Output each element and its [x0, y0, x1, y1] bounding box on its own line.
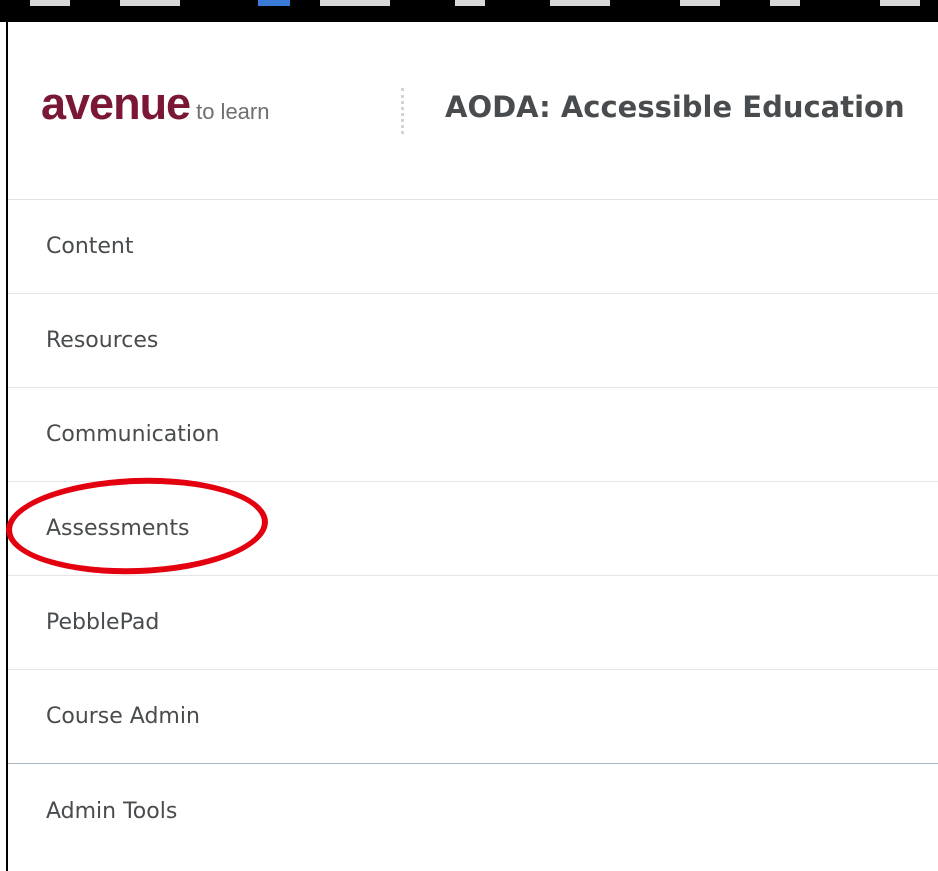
nav-item-content[interactable]: Content [8, 200, 938, 294]
logo-wordmark: avenue [41, 78, 191, 129]
chrome-fragment [880, 0, 920, 6]
lms-page: avenue to learn AODA: Accessible Educatio… [8, 22, 938, 871]
chrome-fragment [455, 0, 485, 6]
nav-item-pebblepad[interactable]: PebblePad [8, 576, 938, 670]
avenue-logo[interactable]: avenue to learn [41, 78, 269, 130]
logo-tagline: to learn [196, 99, 270, 124]
course-title[interactable]: AODA: Accessible Education [445, 90, 905, 124]
browser-chrome-strip [0, 0, 938, 22]
nav-item-course-admin[interactable]: Course Admin [8, 670, 938, 764]
chrome-fragment [550, 0, 610, 6]
header-divider [401, 88, 404, 134]
chrome-fragment [770, 0, 800, 6]
chrome-fragment-blue [258, 0, 290, 6]
course-nav-menu: Content Resources Communication Assessme… [8, 200, 938, 858]
course-header: avenue to learn AODA: Accessible Educatio… [8, 22, 938, 200]
chrome-fragment [680, 0, 720, 6]
nav-item-resources[interactable]: Resources [8, 294, 938, 388]
nav-item-admin-tools[interactable]: Admin Tools [8, 764, 938, 858]
nav-item-communication[interactable]: Communication [8, 388, 938, 482]
window-edge [0, 22, 8, 871]
chrome-fragment [320, 0, 390, 6]
nav-item-assessments[interactable]: Assessments [8, 482, 938, 576]
chrome-fragment [120, 0, 180, 6]
chrome-fragment [30, 0, 70, 6]
